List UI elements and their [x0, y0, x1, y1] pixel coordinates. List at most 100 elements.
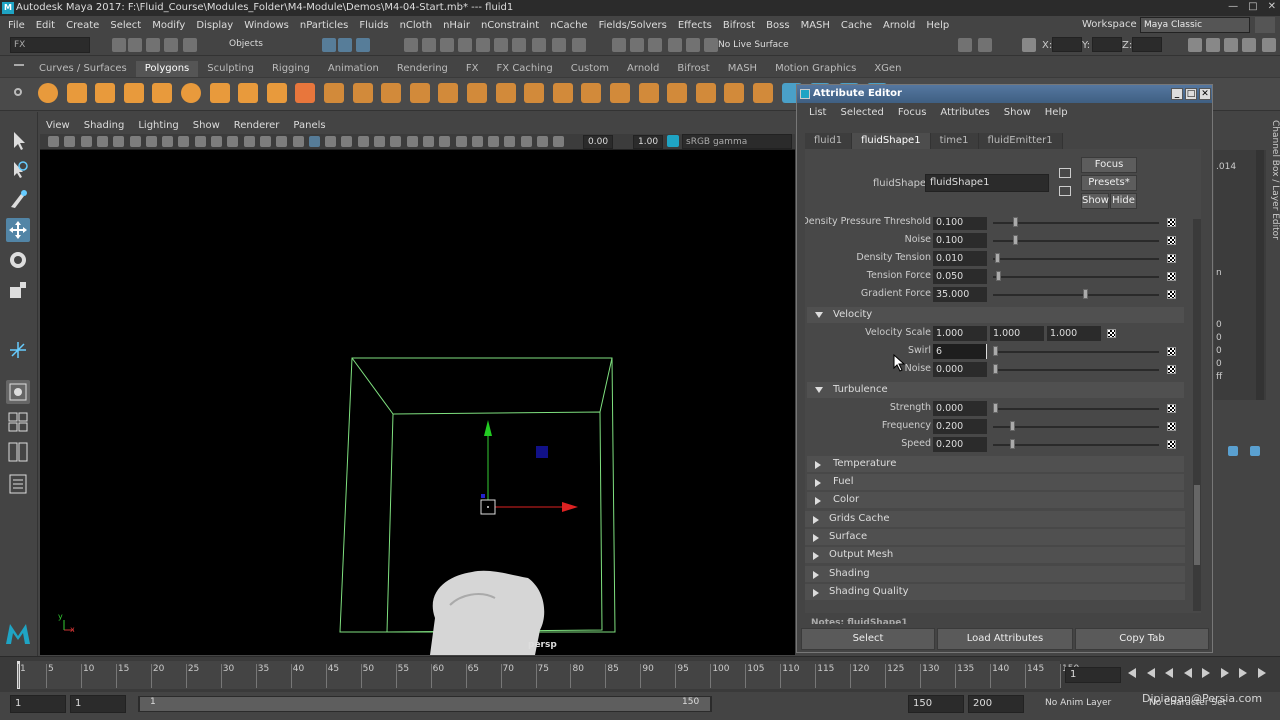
shelf-multicut-icon[interactable] — [552, 83, 573, 103]
ae-close-icon[interactable]: ✕ — [1199, 88, 1211, 100]
z-coordinate-field[interactable] — [1132, 37, 1162, 52]
menu-create[interactable]: Create — [66, 20, 99, 31]
snap-surface-icon[interactable] — [494, 38, 508, 52]
density-pressure-threshold-map-icon[interactable] — [1167, 218, 1176, 227]
menu-fields-solvers[interactable]: Fields/Solvers — [599, 20, 667, 31]
viewport-menu-shading[interactable]: Shading — [84, 118, 125, 134]
shelf-extrude-icon[interactable] — [524, 83, 545, 103]
shelf-cylinder-icon[interactable] — [95, 83, 116, 103]
viewport-tool-11-icon[interactable] — [211, 136, 222, 147]
fuel-section[interactable]: Fuel — [807, 474, 1184, 490]
channel-box-scrollbar[interactable] — [1256, 150, 1264, 400]
sel-hierarchy-icon[interactable] — [322, 38, 336, 52]
step-forward-key-icon[interactable] — [1239, 668, 1247, 678]
viewport-tool-12-icon[interactable] — [227, 136, 239, 147]
turbulence-frequency-field[interactable]: 0.200 — [933, 419, 987, 434]
turbulence-frequency-map-icon[interactable] — [1167, 422, 1176, 431]
snap-grid-icon[interactable] — [404, 38, 418, 52]
select-mode-select[interactable]: Objects — [226, 37, 300, 53]
playback-end-field[interactable]: 150 — [908, 695, 964, 713]
gradient-force-field[interactable]: 35.000 — [933, 287, 987, 302]
noise-density-field[interactable]: 0.100 — [933, 233, 987, 248]
viewport-menu-view[interactable]: View — [46, 118, 70, 134]
viewport-tool-13-icon[interactable] — [243, 136, 255, 147]
shelf-pipe-icon[interactable] — [238, 83, 259, 103]
menu-bifrost[interactable]: Bifrost — [723, 20, 755, 31]
turbulence-strength-slider[interactable] — [993, 408, 1159, 410]
go-to-input-icon[interactable] — [1059, 168, 1071, 178]
temperature-section[interactable]: Temperature — [807, 456, 1184, 472]
shelf-svg-icon[interactable] — [295, 83, 316, 103]
snap-vertex-icon[interactable] — [512, 38, 526, 52]
shading-section[interactable]: Shading — [805, 565, 1185, 582]
menu-nparticles[interactable]: nParticles — [300, 20, 349, 31]
menu-cache[interactable]: Cache — [841, 20, 872, 31]
x-coordinate-field[interactable] — [1052, 37, 1082, 52]
shelf-cone-icon[interactable] — [123, 83, 144, 103]
shelf-triangulate-icon[interactable] — [695, 83, 716, 103]
render-frame-icon[interactable] — [612, 38, 626, 52]
view-transform-select[interactable]: sRGB gamma — [682, 134, 792, 149]
turbulence-frequency-slider[interactable] — [993, 426, 1159, 428]
shelf-pyramid-icon[interactable] — [209, 83, 230, 103]
history-off-icon[interactable] — [572, 38, 586, 52]
shelf-tab-rendering[interactable]: Rendering — [388, 61, 457, 77]
shelf-combine-icon[interactable] — [324, 83, 344, 103]
turbulence-speed-map-icon[interactable] — [1167, 440, 1176, 449]
velocity-noise-map-icon[interactable] — [1167, 365, 1176, 374]
menu-file[interactable]: File — [8, 20, 25, 31]
velocity-scale-y-field[interactable]: 1.000 — [990, 326, 1044, 341]
panel-toggle-5-icon[interactable] — [1242, 38, 1256, 52]
viewport-tool-8-icon[interactable] — [162, 136, 174, 147]
velocity-noise-slider[interactable] — [993, 369, 1159, 371]
menu-windows[interactable]: Windows — [244, 20, 289, 31]
gamma-field[interactable]: 1.00 — [633, 135, 663, 149]
single-pane-layout-icon[interactable] — [6, 380, 30, 404]
viewport-tool-7-icon[interactable] — [145, 136, 157, 147]
shelf-tab-xgen[interactable]: XGen — [865, 61, 910, 77]
viewport-tool-5-icon[interactable] — [113, 136, 125, 147]
viewport-tool-20-icon[interactable] — [357, 136, 369, 147]
ae-tab-fluid1[interactable]: fluid1 — [805, 133, 853, 149]
move-manipulator[interactable] — [480, 420, 578, 515]
viewport-tool-29-icon[interactable] — [504, 136, 516, 147]
panel-toggle-6-icon[interactable] — [1262, 38, 1276, 52]
hide-button[interactable]: Hide — [1110, 193, 1137, 209]
menu-edit[interactable]: Edit — [36, 20, 55, 31]
shelf-tab-rigging[interactable]: Rigging — [263, 61, 319, 77]
viewport-tool-9-icon[interactable] — [178, 136, 190, 147]
workspace-lock-icon[interactable] — [1255, 17, 1275, 33]
shelf-plane-icon[interactable] — [152, 83, 173, 103]
soft-select-icon[interactable] — [6, 338, 30, 362]
shelf-target-weld-icon[interactable] — [610, 83, 630, 103]
maximize-icon[interactable]: □ — [1248, 1, 1257, 12]
shelf-tab-polygons[interactable]: Polygons — [135, 61, 199, 77]
shelf-tab-fx[interactable]: FX — [457, 61, 488, 77]
open-scene-icon[interactable] — [128, 38, 142, 52]
redo-icon[interactable] — [183, 38, 197, 52]
menu-modify[interactable]: Modify — [152, 20, 185, 31]
viewport-tool-14-icon[interactable] — [259, 136, 271, 147]
color-section[interactable]: Color — [807, 492, 1184, 508]
go-to-end-icon[interactable] — [1257, 668, 1266, 678]
panel-toggle-1-icon[interactable] — [1022, 38, 1036, 52]
step-forward-frame-icon[interactable] — [1220, 668, 1229, 678]
range-slider-handle[interactable] — [140, 697, 710, 711]
lasso-tool-icon[interactable] — [6, 158, 30, 182]
viewport-tool-15-icon[interactable] — [276, 136, 288, 147]
lock-icon[interactable] — [532, 38, 546, 52]
render-view-icon[interactable] — [686, 38, 700, 52]
turbulence-speed-field[interactable]: 0.200 — [933, 437, 987, 452]
viewport-tool-22-icon[interactable] — [390, 136, 402, 147]
snap-live-icon[interactable] — [476, 38, 490, 52]
shelf-sphere-icon[interactable] — [38, 83, 58, 103]
viewport-tool-32-icon[interactable] — [553, 136, 565, 147]
density-tension-slider-knob[interactable] — [994, 253, 1000, 263]
shelf-bool-icon[interactable] — [438, 83, 459, 103]
viewport-tool-23-icon[interactable] — [406, 136, 418, 147]
menu-nconstraint[interactable]: nConstraint — [481, 20, 539, 31]
tension-force-map-icon[interactable] — [1167, 272, 1176, 281]
ae-title-bar[interactable]: Attribute Editor _ □ ✕ — [797, 85, 1212, 103]
select-tool-icon[interactable] — [6, 128, 30, 152]
viewport-menu-lighting[interactable]: Lighting — [138, 118, 178, 134]
